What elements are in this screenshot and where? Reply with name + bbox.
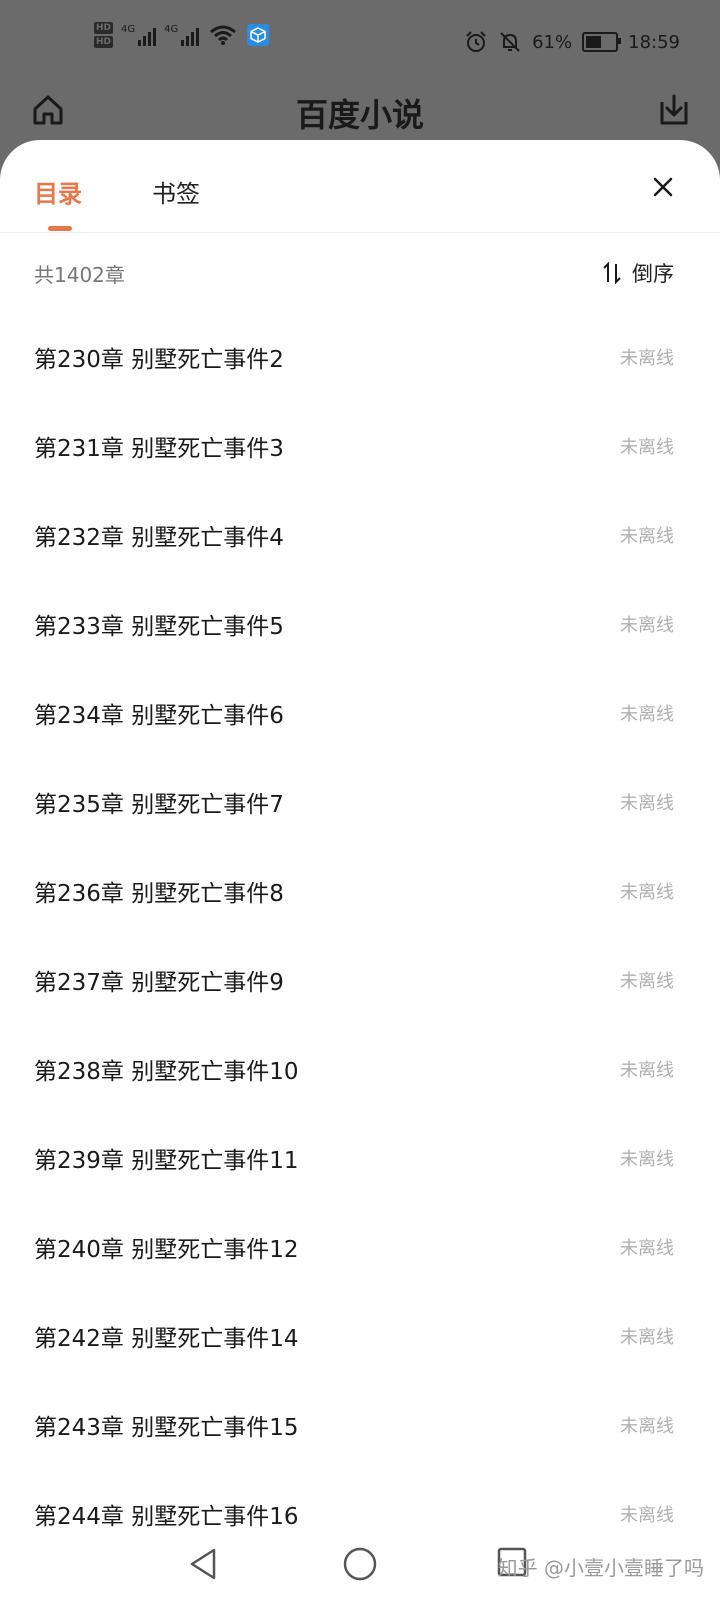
catalog-summary: 共1402章 倒序	[34, 258, 674, 288]
chapter-title: 第233章 别墅死亡事件5	[34, 613, 284, 640]
chapter-title: 第237章 别墅死亡事件9	[34, 969, 284, 996]
active-tab-indicator	[48, 226, 72, 231]
status-left: HD HD 4G 4G	[94, 22, 270, 48]
sort-toggle[interactable]: 倒序	[602, 258, 674, 288]
offline-status: 未离线	[620, 1237, 674, 1259]
navigation-bar: 知乎 @小壹小壹睡了吗	[0, 1530, 720, 1600]
watermark: 知乎 @小壹小壹睡了吗	[497, 1556, 704, 1580]
chapter-title: 第235章 别墅死亡事件7	[34, 791, 284, 818]
offline-status: 未离线	[620, 792, 674, 814]
signal-icon: 4G	[121, 24, 157, 46]
offline-status: 未离线	[620, 347, 674, 369]
clock: 18:59	[628, 31, 680, 53]
chapter-row[interactable]: 第232章 别墅死亡事件4 未离线	[0, 490, 720, 579]
hd-badge: HD	[94, 36, 114, 48]
mute-bell-icon	[500, 32, 520, 52]
home-circle-icon[interactable]	[342, 1546, 378, 1582]
battery-fill	[586, 36, 601, 48]
close-icon[interactable]	[648, 172, 678, 202]
sort-icon	[603, 262, 621, 284]
chapter-title: 第244章 别墅死亡事件16	[34, 1503, 299, 1530]
offline-status: 未离线	[620, 1148, 674, 1170]
network-type: 4G	[121, 24, 136, 35]
offline-status: 未离线	[620, 703, 674, 725]
chapter-row[interactable]: 第230章 别墅死亡事件2 未离线	[0, 312, 720, 401]
app-title: 百度小说	[295, 96, 424, 134]
offline-status: 未离线	[620, 1504, 674, 1526]
chapter-row[interactable]: 第243章 别墅死亡事件15 未离线	[0, 1380, 720, 1469]
chapter-row[interactable]: 第240章 别墅死亡事件12 未离线	[0, 1202, 720, 1291]
offline-status: 未离线	[620, 525, 674, 547]
chapter-title: 第236章 别墅死亡事件8	[34, 880, 284, 907]
chapter-title: 第230章 别墅死亡事件2	[34, 346, 284, 373]
chapter-title: 第242章 别墅死亡事件14	[34, 1325, 299, 1352]
sort-label: 倒序	[632, 262, 674, 286]
chapter-row[interactable]: 第238章 别墅死亡事件10 未离线	[0, 1024, 720, 1113]
chapter-row[interactable]: 第237章 别墅死亡事件9 未离线	[0, 935, 720, 1024]
chapter-title: 第234章 别墅死亡事件6	[34, 702, 284, 729]
offline-status: 未离线	[620, 970, 674, 992]
status-right: 61% 18:59	[464, 30, 680, 54]
chapter-row[interactable]: 第236章 别墅死亡事件8 未离线	[0, 846, 720, 935]
network-type: 4G	[164, 24, 179, 35]
offline-status: 未离线	[620, 1059, 674, 1081]
catalog-sheet: 目录 书签 共1402章 倒序 第230章 别墅死亡事件2 未离线 第231章 别墅…	[0, 140, 720, 1600]
chapter-title: 第243章 别墅死亡事件15	[34, 1414, 299, 1441]
offline-status: 未离线	[620, 1326, 674, 1348]
chapter-list: 第230章 别墅死亡事件2 未离线 第231章 别墅死亡事件3 未离线 第232章 别墅…	[0, 312, 720, 1558]
battery-percent: 61%	[532, 31, 573, 53]
app-bar: 百度小说	[0, 80, 720, 140]
signal-icon: 4G	[164, 24, 200, 46]
chapter-row[interactable]: 第239章 别墅死亡事件11 未离线	[0, 1113, 720, 1202]
chapter-row[interactable]: 第234章 别墅死亡事件6 未离线	[0, 668, 720, 757]
chapter-title: 第232章 别墅死亡事件4	[34, 524, 284, 551]
offline-status: 未离线	[620, 436, 674, 458]
chapter-count: 共1402章	[34, 262, 125, 287]
app-notification-icon	[247, 24, 270, 46]
chapter-title: 第231章 别墅死亡事件3	[34, 435, 284, 462]
alarm-icon	[466, 31, 486, 52]
back-icon[interactable]	[186, 1546, 222, 1582]
chapter-title: 第238章 别墅死亡事件10	[34, 1058, 299, 1085]
offline-status: 未离线	[620, 614, 674, 636]
offline-status: 未离线	[620, 1415, 674, 1437]
offline-status: 未离线	[620, 881, 674, 903]
chapter-title: 第239章 别墅死亡事件11	[34, 1147, 299, 1174]
chapter-row[interactable]: 第233章 别墅死亡事件5 未离线	[0, 579, 720, 668]
chapter-row[interactable]: 第242章 别墅死亡事件14 未离线	[0, 1291, 720, 1380]
wifi-icon	[210, 25, 237, 45]
chapter-title: 第240章 别墅死亡事件12	[34, 1236, 299, 1263]
download-icon[interactable]	[656, 92, 692, 128]
tab-bookmarks[interactable]: 书签	[152, 174, 200, 209]
battery-icon	[582, 32, 622, 52]
hd-badge: HD	[94, 22, 114, 34]
hd-indicators: HD HD	[94, 22, 114, 48]
tab-bar: 目录 书签	[0, 140, 720, 233]
chapter-row[interactable]: 第235章 别墅死亡事件7 未离线	[0, 757, 720, 846]
status-bar: HD HD 4G 4G 61% 18:59	[0, 0, 720, 88]
chapter-row[interactable]: 第231章 别墅死亡事件3 未离线	[0, 401, 720, 490]
tab-catalog[interactable]: 目录	[34, 174, 82, 209]
